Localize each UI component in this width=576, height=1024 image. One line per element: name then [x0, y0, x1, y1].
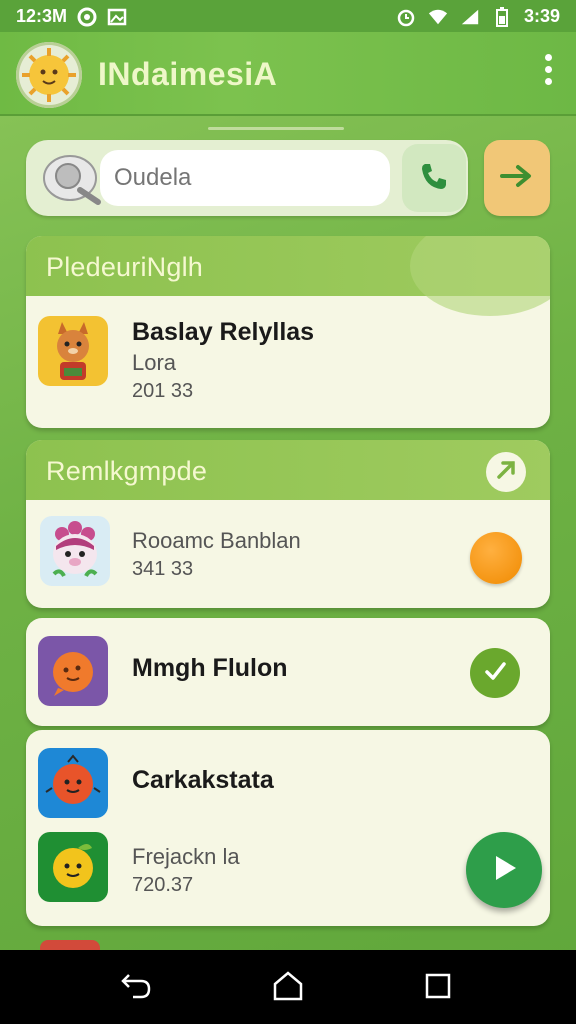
section-card-two: Remlkgmpde Rooamc Banblan 341 33 — [26, 440, 550, 608]
item-title: Mmgh Flulon — [132, 654, 288, 682]
app-bar: INdaimesiA — [0, 32, 576, 116]
item-number: 341 33 — [132, 558, 194, 580]
arrow-icon — [498, 161, 536, 196]
arrow-icon — [493, 457, 519, 488]
search-icon[interactable] — [36, 150, 106, 210]
gallery-icon — [107, 7, 127, 27]
home-icon — [271, 970, 305, 1007]
list-card-three[interactable]: Mmgh Flulon — [26, 618, 550, 726]
item-number: 720.37 — [132, 874, 194, 896]
item-number: 201 33 — [132, 380, 194, 402]
forward-button[interactable] — [484, 140, 550, 216]
alarm-icon — [396, 7, 416, 27]
call-button[interactable] — [402, 144, 466, 212]
overflow-dot-icon — [544, 66, 552, 73]
app-title: INdaimesiA — [98, 56, 278, 92]
orange-fruit-icon — [38, 636, 108, 706]
item-title: Baslay Relyllas — [132, 318, 315, 346]
search-input[interactable] — [100, 150, 390, 206]
play-icon — [488, 852, 520, 889]
item-subtitle: Lora — [132, 350, 177, 375]
overflow-menu-button[interactable] — [542, 54, 554, 90]
recents-button[interactable] — [418, 968, 458, 1008]
play-fab-button[interactable] — [466, 832, 542, 908]
back-icon — [119, 971, 153, 1006]
item-title: Rooamc Banblan — [132, 528, 301, 553]
check-button[interactable] — [470, 648, 520, 698]
item-title: Carkakstata — [132, 766, 274, 794]
pig-avatar-icon — [40, 516, 110, 586]
item-subtitle: Frejackn la — [132, 844, 240, 869]
phone-icon — [417, 159, 451, 198]
fox-avatar-icon — [38, 316, 108, 386]
back-button[interactable] — [116, 968, 156, 1008]
divider — [208, 127, 344, 130]
list-card-four: Carkakstata Frejackn la 720.37 — [26, 730, 550, 926]
check-icon — [481, 657, 509, 690]
header-decoration — [410, 236, 550, 316]
app-logo[interactable] — [16, 42, 82, 108]
battery-icon — [492, 6, 512, 27]
section-forward-button[interactable] — [486, 452, 526, 492]
section-title: PledeuriNglh — [46, 252, 203, 282]
overflow-dot-icon — [544, 54, 552, 61]
status-time-left: 12:3M — [16, 6, 68, 26]
status-time-right: 3:39 — [523, 6, 560, 26]
whatsapp-icon — [77, 7, 97, 27]
section-header: Remlkgmpde — [26, 440, 550, 500]
lemon-icon — [38, 832, 108, 902]
wifi-icon — [428, 7, 448, 27]
status-bar: 12:3M 3:39 — [0, 0, 576, 32]
section-header: PledeuriNglh — [26, 236, 550, 316]
section-title: Remlkgmpde — [46, 456, 208, 486]
overflow-dot-icon — [544, 78, 552, 85]
home-button[interactable] — [268, 968, 308, 1008]
recents-icon — [423, 971, 453, 1006]
system-nav-bar — [0, 950, 576, 1024]
section-card-one: PledeuriNglh Baslay Relyllas Lora 201 33 — [26, 236, 550, 428]
orange-badge[interactable] — [470, 532, 522, 584]
signal-icon — [460, 7, 480, 27]
ladybug-icon — [38, 748, 108, 818]
